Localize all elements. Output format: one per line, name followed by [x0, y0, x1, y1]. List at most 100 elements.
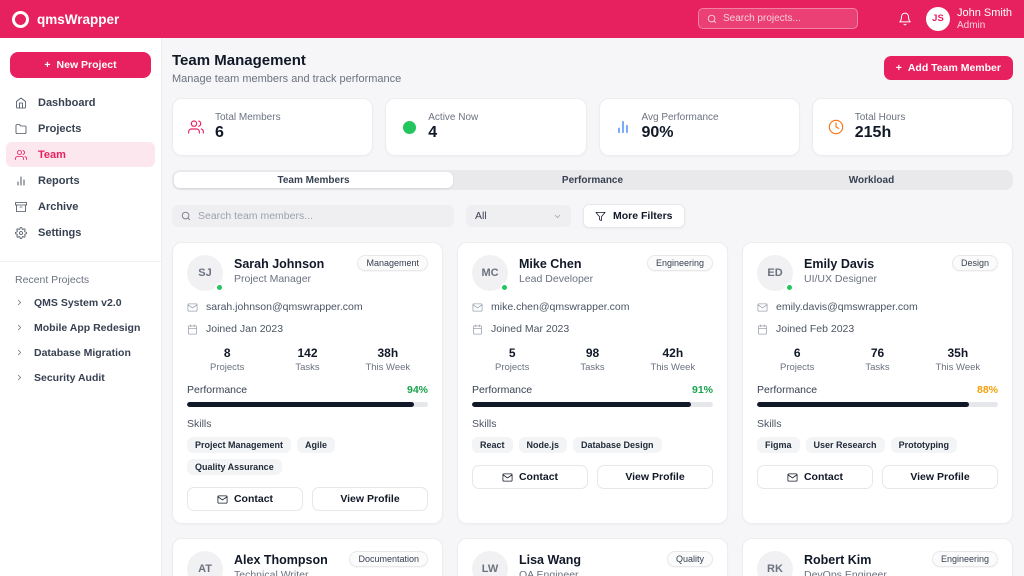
- sidebar-item-label: Team: [38, 149, 66, 161]
- skills-label: Skills: [472, 418, 713, 430]
- member-email-row: mike.chen@qmswrapper.com: [472, 301, 713, 313]
- sidebar-item-label: Archive: [38, 201, 78, 213]
- stat-value: 98: [552, 346, 632, 360]
- member-role: Technical Writer: [234, 569, 328, 576]
- recent-project-label: Security Audit: [34, 372, 105, 384]
- performance-percent: 91%: [692, 384, 713, 396]
- view-profile-button[interactable]: View Profile: [312, 487, 428, 511]
- stat-value: 76: [837, 346, 917, 360]
- chart-icon: [15, 175, 27, 187]
- user-menu[interactable]: JS John Smith Admin: [926, 7, 1012, 31]
- member-stats: 8Projects142Tasks38hThis Week: [187, 346, 428, 373]
- project-search[interactable]: [698, 8, 858, 29]
- new-project-button[interactable]: + New Project: [10, 52, 151, 78]
- recent-project-item[interactable]: Database Migration: [0, 340, 161, 365]
- chevron-right-icon: [15, 323, 24, 332]
- avatar: ED: [757, 255, 793, 291]
- user-avatar: JS: [926, 7, 950, 31]
- member-stat: 5Projects: [472, 346, 552, 373]
- team-member-card: MCMike ChenLead DeveloperEngineeringmike…: [457, 242, 728, 524]
- member-name: Alex Thompson: [234, 553, 328, 567]
- stat-label: This Week: [633, 362, 713, 373]
- contact-label: Contact: [804, 471, 843, 483]
- brand-logo: qmsWrapper: [12, 11, 119, 28]
- department-select[interactable]: All: [466, 205, 571, 227]
- team-members-grid: SJSarah JohnsonProject ManagerManagement…: [172, 242, 1013, 524]
- skill-pill: Project Management: [187, 437, 291, 453]
- member-search[interactable]: [172, 205, 454, 227]
- sidebar-item-label: Projects: [38, 123, 81, 135]
- department-badge: Documentation: [349, 551, 428, 567]
- brand-name: qmsWrapper: [37, 12, 119, 27]
- filter-row: All More Filters: [172, 204, 1013, 228]
- stat-label: Projects: [187, 362, 267, 373]
- contact-button[interactable]: Contact: [757, 465, 873, 489]
- more-filters-button[interactable]: More Filters: [583, 204, 685, 228]
- avatar: RK: [757, 551, 793, 576]
- member-stat: 8Projects: [187, 346, 267, 373]
- contact-label: Contact: [519, 471, 558, 483]
- skill-pill: Node.js: [519, 437, 568, 453]
- recent-project-item[interactable]: QMS System v2.0: [0, 290, 161, 315]
- member-role: DevOps Engineer: [804, 569, 887, 576]
- member-search-input[interactable]: [198, 210, 445, 222]
- department-badge: Engineering: [647, 255, 713, 271]
- sidebar-item-dashboard[interactable]: Dashboard: [6, 90, 155, 115]
- member-joined-row: Joined Jan 2023: [187, 323, 428, 335]
- department-select-value: All: [475, 210, 487, 222]
- member-stat: 6Projects: [757, 346, 837, 373]
- member-name: Sarah Johnson: [234, 257, 324, 271]
- project-search-input[interactable]: [723, 13, 849, 24]
- search-icon: [707, 14, 717, 24]
- stat-value: 90%: [642, 124, 719, 142]
- contact-button[interactable]: Contact: [187, 487, 303, 511]
- tab-workload[interactable]: Workload: [732, 172, 1011, 188]
- stat-label: Active Now: [428, 112, 478, 123]
- sidebar-item-label: Settings: [38, 227, 81, 239]
- mail-icon: [217, 494, 228, 505]
- department-badge: Design: [952, 255, 998, 271]
- stat-value: 142: [267, 346, 347, 360]
- notifications-bell-icon[interactable]: [898, 12, 912, 26]
- department-badge: Management: [357, 255, 428, 271]
- recent-projects-title: Recent Projects: [0, 274, 161, 290]
- tab-performance[interactable]: Performance: [453, 172, 732, 188]
- performance-percent: 88%: [977, 384, 998, 396]
- tabs-bar: Team MembersPerformanceWorkload: [172, 170, 1013, 190]
- chevron-right-icon: [15, 348, 24, 357]
- view-profile-button[interactable]: View Profile: [882, 465, 998, 489]
- plus-icon: +: [896, 62, 902, 74]
- tab-team-members[interactable]: Team Members: [174, 172, 453, 188]
- sidebar-item-archive[interactable]: Archive: [6, 194, 155, 219]
- sidebar-item-settings[interactable]: Settings: [6, 220, 155, 245]
- member-email-row: emily.davis@qmswrapper.com: [757, 301, 998, 313]
- stat-label: Projects: [472, 362, 552, 373]
- sidebar-item-reports[interactable]: Reports: [6, 168, 155, 193]
- member-name: Robert Kim: [804, 553, 887, 567]
- gear-icon: [15, 227, 27, 239]
- recent-project-item[interactable]: Mobile App Redesign: [0, 315, 161, 340]
- contact-button[interactable]: Contact: [472, 465, 588, 489]
- calendar-icon: [472, 324, 483, 335]
- stat-value: 4: [428, 124, 478, 142]
- skill-pill: Figma: [757, 437, 800, 453]
- search-icon: [181, 211, 191, 221]
- sidebar-item-team[interactable]: Team: [6, 142, 155, 167]
- member-stat: 76Tasks: [837, 346, 917, 373]
- stat-value: 38h: [348, 346, 428, 360]
- page-subtitle: Manage team members and track performanc…: [172, 73, 401, 85]
- sidebar-item-projects[interactable]: Projects: [6, 116, 155, 141]
- member-stats: 5Projects98Tasks42hThis Week: [472, 346, 713, 373]
- more-filters-label: More Filters: [613, 210, 673, 222]
- team-member-card: RKRobert KimDevOps EngineerEngineering: [742, 538, 1013, 576]
- calendar-icon: [757, 324, 768, 335]
- recent-project-item[interactable]: Security Audit: [0, 365, 161, 390]
- stat-label: Projects: [757, 362, 837, 373]
- clock-icon: [828, 119, 844, 135]
- performance-bar-fill: [187, 402, 414, 407]
- folder-icon: [15, 123, 27, 135]
- skill-pill: Database Design: [573, 437, 662, 453]
- add-team-member-button[interactable]: + Add Team Member: [884, 56, 1013, 80]
- stat-label: Total Hours: [855, 112, 906, 123]
- view-profile-button[interactable]: View Profile: [597, 465, 713, 489]
